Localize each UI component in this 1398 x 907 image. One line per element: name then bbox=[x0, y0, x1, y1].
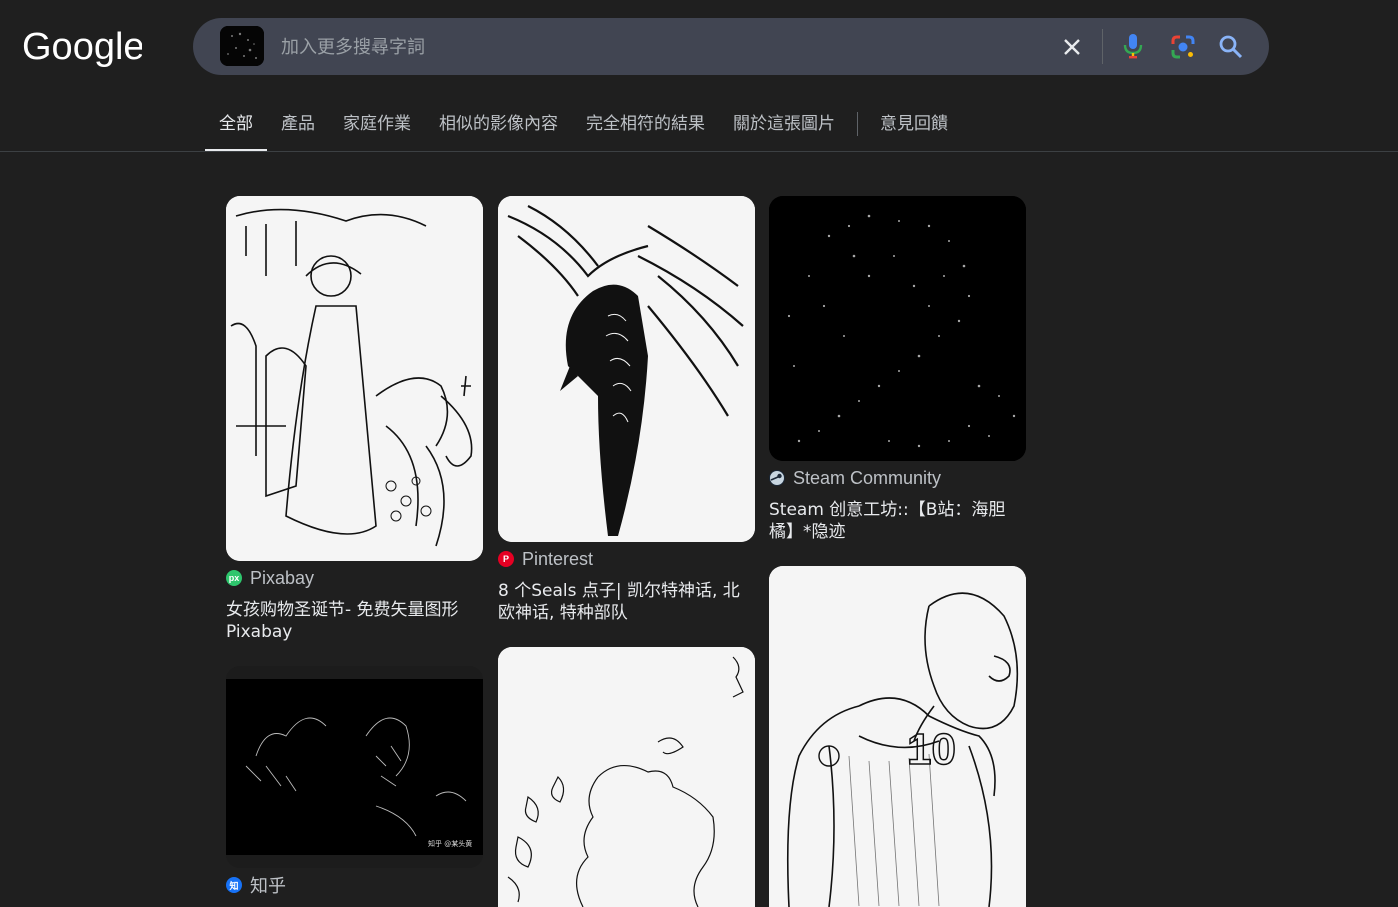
source-name: Pinterest bbox=[522, 548, 594, 569]
search-icon[interactable] bbox=[1215, 31, 1247, 63]
search-image-thumbnail[interactable] bbox=[220, 26, 264, 66]
tab-exact-matches[interactable]: 完全相符的結果 bbox=[572, 100, 719, 152]
search-input[interactable] bbox=[279, 30, 1023, 64]
zhihu-icon: 知 bbox=[226, 877, 242, 893]
source-name: 知乎 bbox=[250, 876, 286, 896]
result-card[interactable]: 知乎 @某头黄 知 知乎 bbox=[226, 666, 483, 896]
result-source[interactable]: 知 知乎 bbox=[226, 876, 483, 896]
tab-products[interactable]: 產品 bbox=[267, 100, 329, 152]
header-divider bbox=[0, 151, 1398, 152]
result-image[interactable] bbox=[226, 196, 483, 561]
result-card[interactable]: px Pixabay 女孩购物圣诞节- 免费矢量图形 Pixabay bbox=[226, 196, 483, 643]
result-title[interactable]: Steam 创意工坊::【B站：海胆橘】*隐迹 bbox=[769, 499, 1026, 543]
result-image[interactable] bbox=[498, 647, 755, 907]
result-title[interactable]: 女孩购物圣诞节- 免费矢量图形 Pixabay bbox=[226, 599, 483, 643]
tab-about-image[interactable]: 關於這張圖片 bbox=[719, 100, 849, 152]
microphone-icon[interactable] bbox=[1117, 31, 1149, 63]
result-image[interactable]: 10 bbox=[769, 566, 1026, 907]
result-source[interactable]: px Pixabay bbox=[226, 567, 483, 588]
result-image[interactable] bbox=[498, 196, 755, 542]
svg-text:Google: Google bbox=[22, 26, 142, 68]
jersey-number: 10 bbox=[907, 725, 956, 774]
result-card[interactable] bbox=[498, 647, 755, 907]
result-image[interactable]: 知乎 @某头黄 bbox=[226, 666, 483, 868]
search-divider bbox=[1102, 29, 1103, 64]
tab-visual-matches[interactable]: 相似的影像內容 bbox=[425, 100, 572, 152]
watermark-text: 知乎 @某头黄 bbox=[428, 839, 472, 848]
result-card[interactable]: 10 bbox=[769, 566, 1026, 907]
result-card[interactable]: P Pinterest 8 个Seals 点子| 凯尔特神话, 北欧神话, 特种… bbox=[498, 196, 755, 624]
google-logo[interactable]: Google bbox=[22, 26, 142, 68]
pixabay-icon: px bbox=[226, 570, 242, 586]
steam-icon bbox=[769, 470, 785, 486]
tab-separator bbox=[857, 112, 858, 136]
result-source[interactable]: P Pinterest bbox=[498, 548, 755, 569]
result-title[interactable]: 8 个Seals 点子| 凯尔特神话, 北欧神话, 特种部队 bbox=[498, 580, 755, 624]
result-source[interactable]: Steam Community bbox=[769, 467, 1026, 488]
clear-icon[interactable] bbox=[1056, 31, 1088, 63]
search-bar bbox=[193, 18, 1269, 75]
result-image[interactable] bbox=[769, 196, 1026, 461]
result-card[interactable]: Steam Community Steam 创意工坊::【B站：海胆橘】*隐迹 bbox=[769, 196, 1026, 543]
tab-all[interactable]: 全部 bbox=[205, 100, 267, 152]
filter-tabs: 全部 產品 家庭作業 相似的影像內容 完全相符的結果 關於這張圖片 意見回饋 bbox=[205, 100, 962, 152]
pinterest-icon: P bbox=[498, 551, 514, 567]
source-name: Pixabay bbox=[250, 567, 315, 588]
google-lens-icon[interactable] bbox=[1167, 31, 1199, 63]
source-name: Steam Community bbox=[793, 467, 942, 488]
tab-feedback[interactable]: 意見回饋 bbox=[866, 100, 962, 152]
tab-homework[interactable]: 家庭作業 bbox=[329, 100, 425, 152]
